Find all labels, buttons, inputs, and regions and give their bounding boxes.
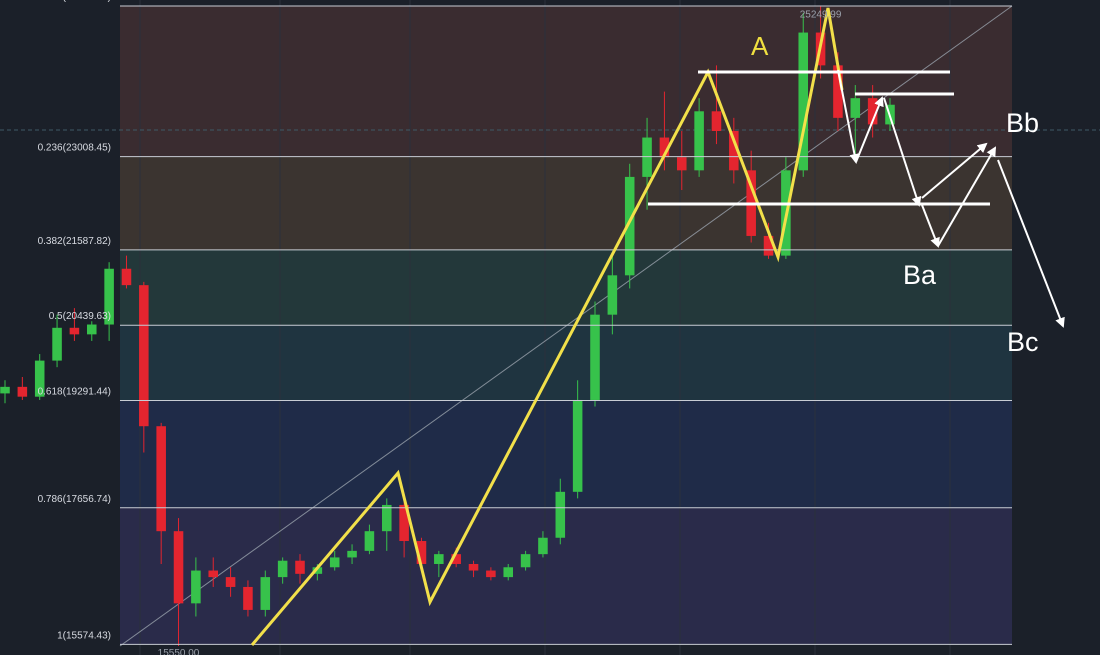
- fib-band: [120, 6, 1012, 157]
- fib-band: [120, 249, 1012, 326]
- candle-body: [173, 531, 184, 604]
- fib-level-label: 0.618(19291.44): [38, 387, 111, 398]
- candle-body: [642, 137, 652, 177]
- wave-label-bc: Bc: [1007, 327, 1039, 357]
- candle-body: [225, 577, 236, 587]
- candle-body: [486, 570, 496, 578]
- candle-body: [243, 586, 253, 610]
- fib-band: [120, 507, 1012, 645]
- wave-label-ba: Ba: [903, 260, 937, 290]
- candle-body: [850, 98, 861, 118]
- candle-body: [295, 560, 305, 574]
- candle-body: [69, 327, 80, 335]
- candle-body: [191, 570, 201, 604]
- candle-body: [86, 324, 97, 335]
- candle-body: [694, 111, 704, 171]
- chart-stage: 0(25304.83) 0.236(23008.45) 0.382(21587.82…: [0, 0, 1100, 655]
- candle-body: [364, 531, 375, 551]
- fib-band: [120, 400, 1012, 508]
- candle-body: [520, 554, 531, 568]
- fib-level-label: 0.382(21587.82): [38, 236, 111, 247]
- price-annotation: 15550.00: [158, 648, 200, 655]
- price-annotation: 25249.99: [800, 10, 842, 21]
- candle-body: [555, 491, 566, 538]
- candle-body: [434, 554, 444, 564]
- candle-body: [607, 275, 618, 315]
- candle-body: [468, 563, 479, 571]
- candle-body: [260, 577, 271, 610]
- fib-level-label: 0.5(20439.63): [49, 311, 111, 322]
- candle-body: [208, 570, 219, 578]
- candle-body: [17, 386, 28, 397]
- fib-level-label: 1(15574.43): [57, 630, 111, 641]
- candle-body: [139, 285, 149, 427]
- wave-label-a: A: [751, 31, 769, 61]
- candle-body: [52, 327, 62, 361]
- candle-body: [329, 557, 340, 568]
- fib-band: [120, 325, 1012, 401]
- wave-label-bb: Bb: [1006, 108, 1039, 138]
- fibonacci-chart: 0(25304.83) 0.236(23008.45) 0.382(21587.82…: [0, 0, 1100, 655]
- candle-body: [347, 550, 357, 558]
- candle-body: [538, 537, 548, 555]
- candle-body: [277, 560, 288, 578]
- candle-body: [503, 567, 514, 578]
- fib-level-label: 0.236(23008.45): [38, 143, 111, 154]
- candle-body: [572, 399, 583, 492]
- candle-body: [121, 268, 132, 286]
- candle-body: [381, 504, 392, 532]
- candle-body: [711, 111, 722, 131]
- candle-body: [0, 386, 10, 394]
- candle-body: [590, 314, 600, 400]
- fib-level-label: 0.786(17656.74): [38, 494, 111, 505]
- candle-body: [676, 157, 687, 171]
- candle-body: [156, 426, 166, 532]
- fib-level-label: 0(25304.83): [57, 0, 111, 3]
